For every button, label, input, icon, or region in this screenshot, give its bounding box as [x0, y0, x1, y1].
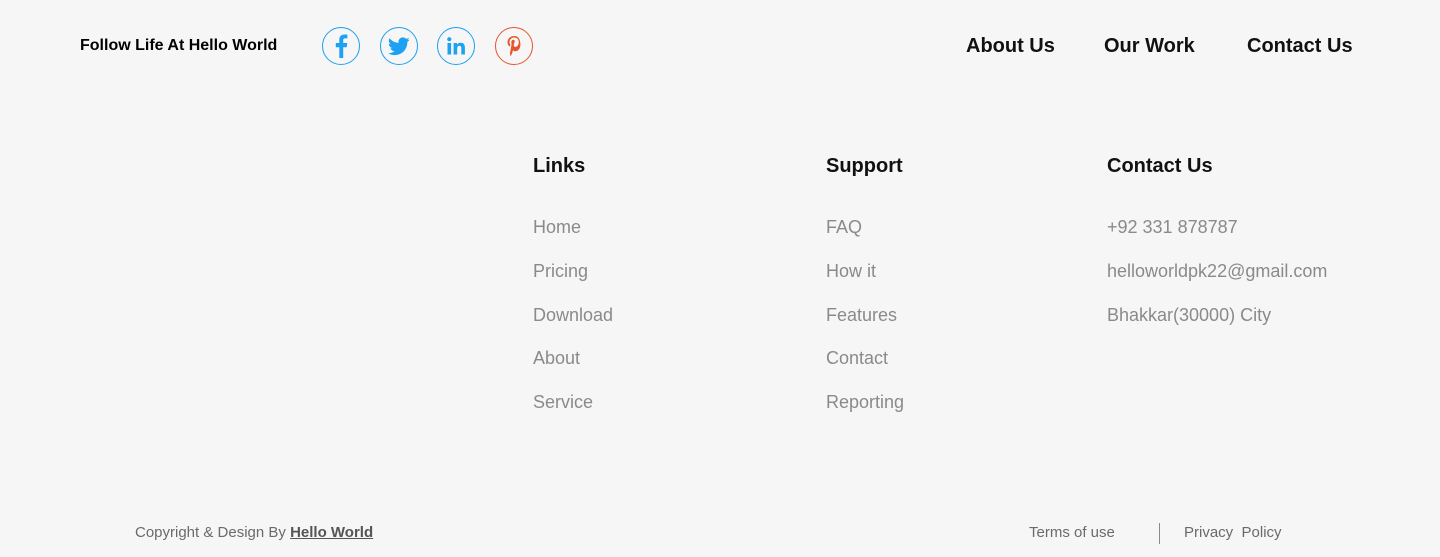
- link-about[interactable]: About: [533, 348, 580, 368]
- link-home[interactable]: Home: [533, 217, 581, 237]
- copyright-text: Copyright & Design By Hello World: [135, 523, 373, 543]
- copyright-prefix: Copyright & Design By: [135, 524, 291, 541]
- link-service[interactable]: Service: [533, 392, 593, 412]
- brand-link[interactable]: Hello World: [290, 524, 373, 541]
- twitter-link[interactable]: [380, 27, 418, 65]
- links-list: Home Pricing Download About Service: [533, 214, 613, 433]
- twitter-icon: [388, 36, 410, 55]
- contact-address: Bhakkar(30000) City: [1107, 304, 1272, 325]
- nav-about-us[interactable]: About Us: [966, 33, 1055, 59]
- link-pricing[interactable]: Pricing: [533, 261, 588, 281]
- nav-our-work[interactable]: Our Work: [1104, 33, 1195, 59]
- contact-list: +92 331 878787 helloworldpk22@gmail.com …: [1107, 214, 1327, 345]
- contact-email[interactable]: helloworldpk22@gmail.com: [1107, 261, 1327, 281]
- support-list: FAQ How it Features Contact Reporting: [826, 214, 904, 433]
- support-title: Support: [826, 155, 903, 177]
- contact-phone: +92 331 878787: [1107, 217, 1238, 237]
- follow-text: Follow Life At Hello World: [80, 37, 278, 54]
- facebook-link[interactable]: [322, 27, 360, 65]
- privacy-policy-link[interactable]: Privacy Policy: [1184, 523, 1282, 543]
- link-download[interactable]: Download: [533, 305, 613, 325]
- links-title: Links: [533, 155, 586, 177]
- support-contact[interactable]: Contact: [826, 348, 888, 368]
- linkedin-link[interactable]: [437, 27, 475, 65]
- support-faq[interactable]: FAQ: [826, 217, 862, 237]
- pinterest-link[interactable]: [495, 27, 533, 65]
- support-how-it[interactable]: How it: [826, 261, 876, 281]
- legal-divider: [1159, 523, 1160, 544]
- terms-of-use-link[interactable]: Terms of use: [1029, 523, 1115, 543]
- pinterest-icon: [507, 36, 521, 57]
- support-features[interactable]: Features: [826, 305, 897, 325]
- contact-title: Contact Us: [1107, 155, 1213, 177]
- support-reporting[interactable]: Reporting: [826, 392, 904, 412]
- linkedin-icon: [447, 37, 465, 55]
- nav-contact-us[interactable]: Contact Us: [1247, 33, 1353, 59]
- facebook-icon: [335, 34, 348, 58]
